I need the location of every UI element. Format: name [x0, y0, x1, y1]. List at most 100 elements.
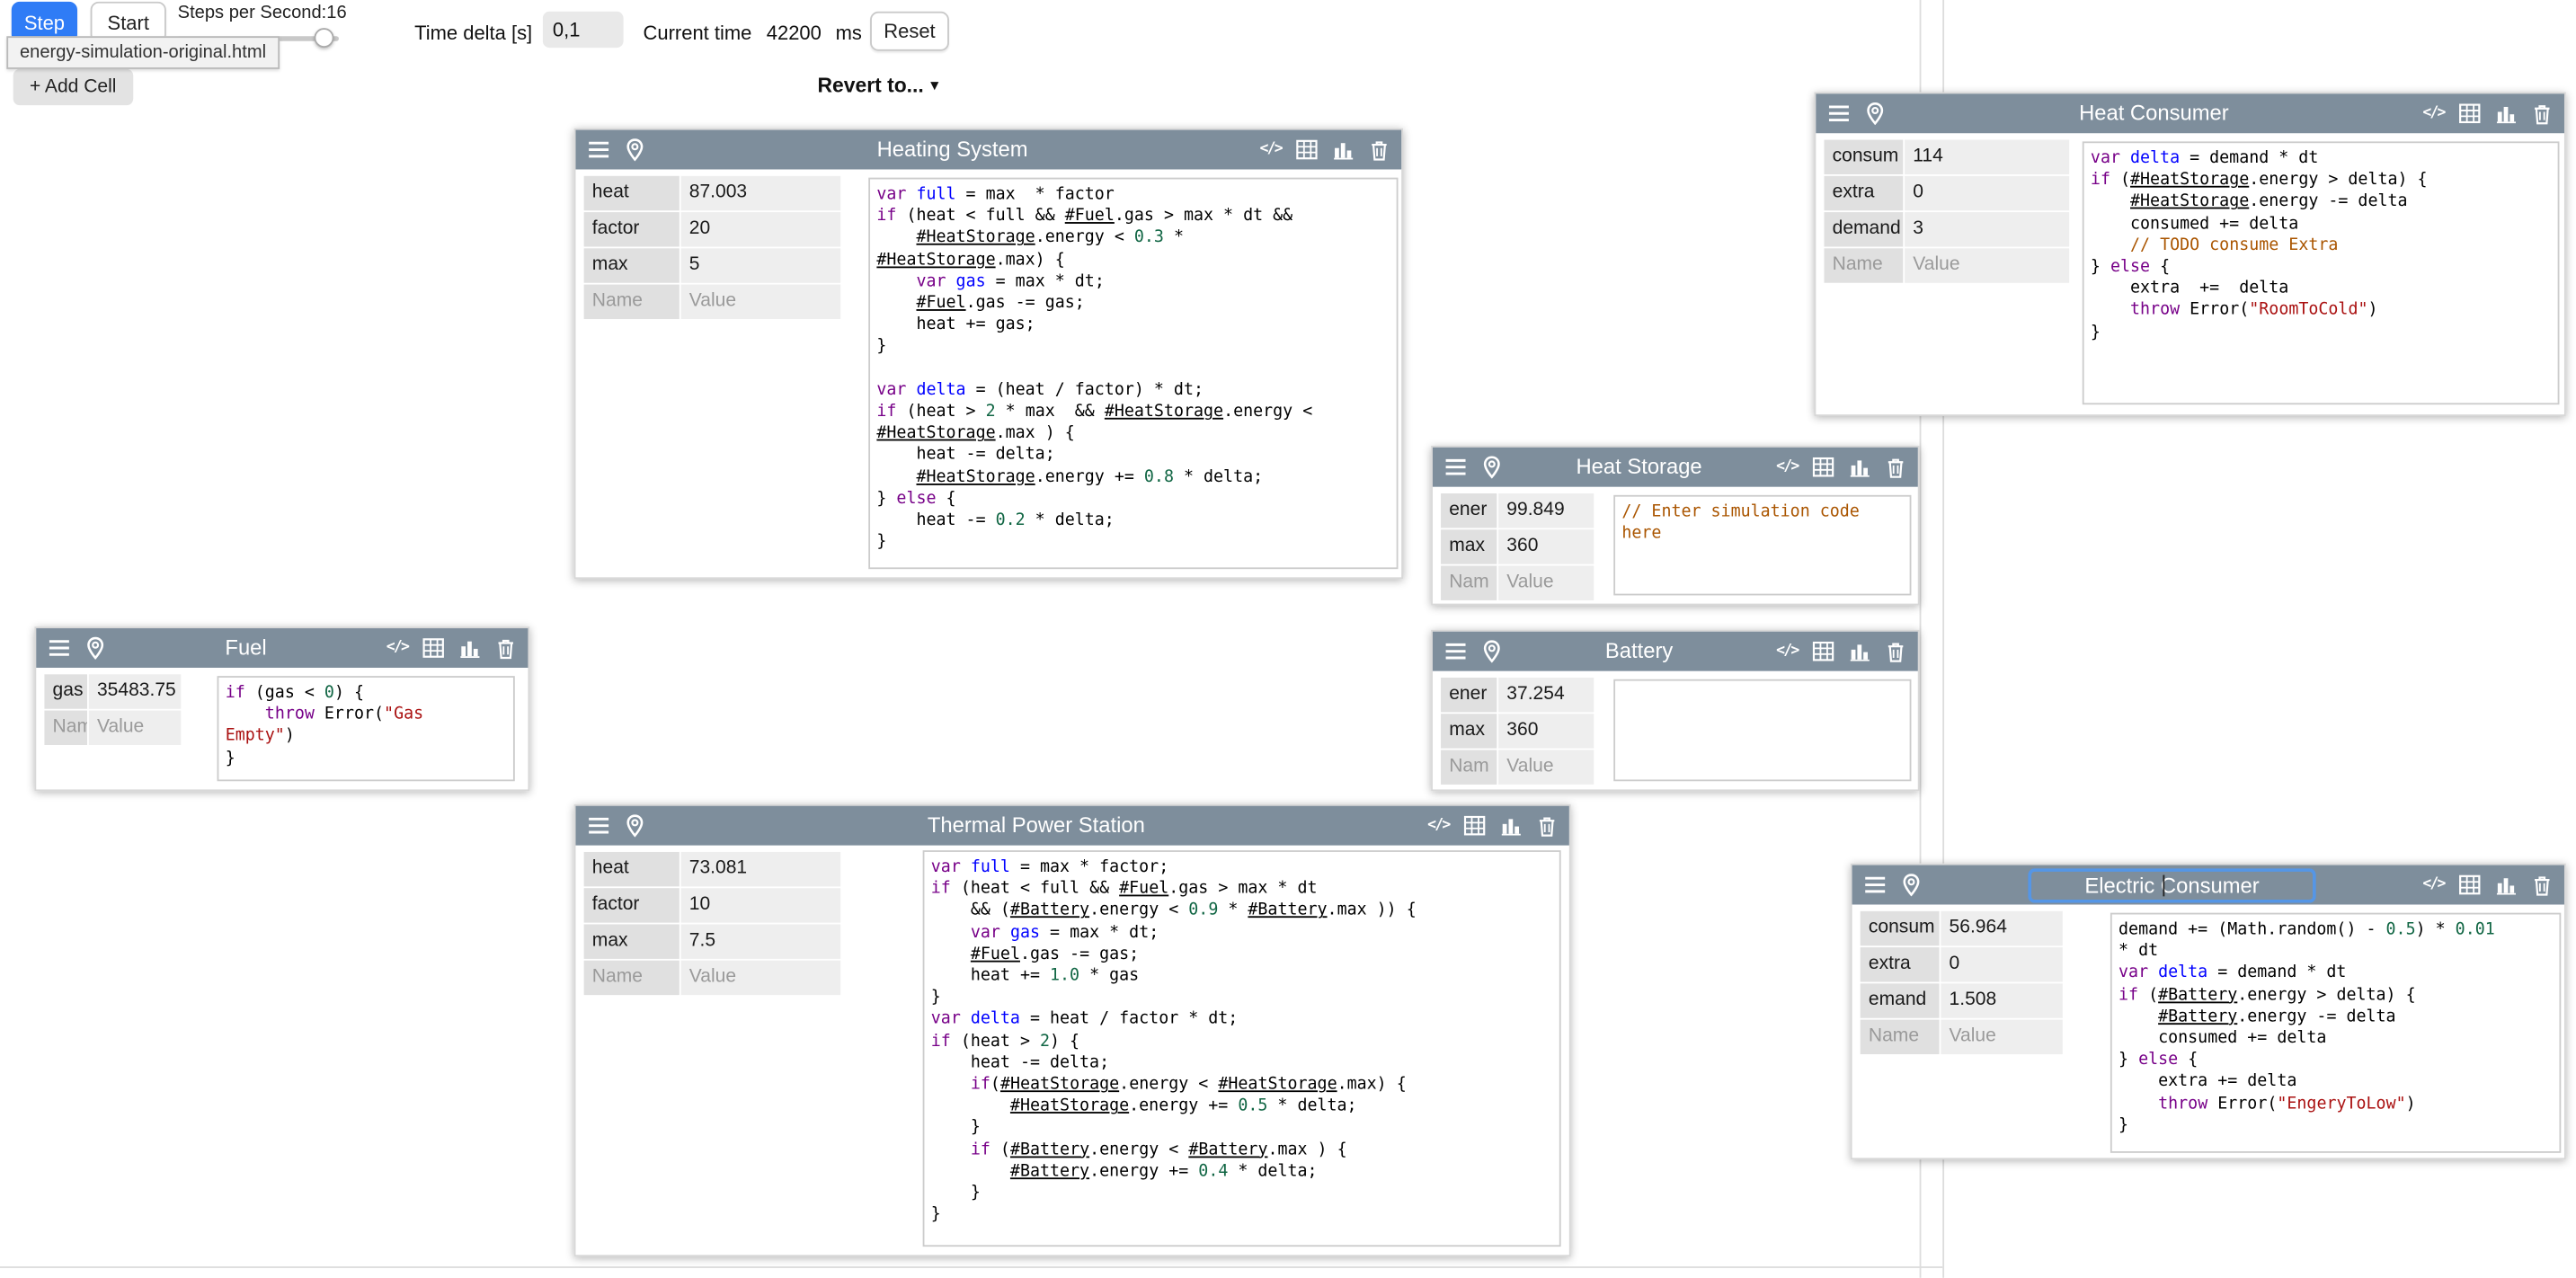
time-delta-input[interactable]: 0,1 [543, 12, 624, 48]
variable-name-cell[interactable]: extra [1824, 176, 1903, 210]
cell-header-drag-handle[interactable]: Electric Consumer </> [1852, 865, 2564, 905]
code-editor[interactable] [1613, 679, 1911, 781]
trash-icon[interactable] [493, 635, 518, 660]
cell-header-drag-handle[interactable]: Heat Storage </> [1433, 448, 1918, 487]
pin-icon[interactable] [1479, 639, 1503, 663]
variable-value-cell[interactable]: 10 [681, 888, 841, 922]
code-view-icon[interactable]: </> [385, 635, 409, 660]
variable-name-cell[interactable]: Name [1861, 1020, 1940, 1054]
variable-name-cell[interactable]: demand [1824, 212, 1903, 246]
cell-header-drag-handle[interactable]: Heating System </> [576, 130, 1402, 170]
variable-name-cell[interactable]: max [1441, 529, 1497, 564]
revert-dropdown[interactable]: Revert to... ▾ [818, 74, 939, 97]
table-view-icon[interactable] [1811, 455, 1835, 479]
cell-title[interactable]: Heating System [877, 135, 1028, 163]
variable-name-cell[interactable]: heat [584, 176, 680, 210]
variable-value-cell[interactable]: 99.849 [1498, 493, 1594, 528]
code-editor[interactable]: var full = max * factor;if (heat < full … [923, 850, 1561, 1247]
variable-name-cell[interactable]: factor [584, 888, 680, 922]
variable-value-cell[interactable]: Value [681, 961, 841, 995]
code-view-icon[interactable]: </> [2421, 873, 2446, 897]
table-view-icon[interactable] [1294, 138, 1319, 162]
table-view-icon[interactable] [1462, 813, 1487, 838]
table-view-icon[interactable] [1811, 639, 1835, 663]
trash-icon[interactable] [2530, 873, 2554, 897]
variable-name-cell[interactable]: consum [1861, 911, 1940, 945]
pin-icon[interactable] [1479, 455, 1503, 479]
variable-value-cell[interactable]: 7.5 [681, 924, 841, 958]
chart-view-icon[interactable] [457, 635, 482, 660]
trash-icon[interactable] [1883, 455, 1907, 479]
variable-value-cell[interactable]: 73.081 [681, 852, 841, 886]
variable-value-cell[interactable]: Value [1498, 750, 1594, 784]
code-editor[interactable]: var delta = demand * dtif (#HeatStorage.… [2083, 141, 2560, 404]
chart-view-icon[interactable] [1847, 639, 1871, 663]
variable-name-cell[interactable]: Nam [44, 711, 87, 745]
variable-name-cell[interactable]: gas [44, 674, 87, 708]
variable-name-cell[interactable]: emand [1861, 983, 1940, 1017]
menu-icon[interactable] [1862, 873, 1887, 897]
pin-icon[interactable] [622, 138, 646, 162]
trash-icon[interactable] [1534, 813, 1559, 838]
code-editor[interactable]: demand += (Math.random() - 0.5) * 0.01* … [2110, 913, 2561, 1153]
code-editor[interactable]: if (gas < 0) { throw Error("GasEmpty")} [218, 676, 515, 781]
cell-header-drag-handle[interactable]: Battery </> [1433, 632, 1918, 671]
table-view-icon[interactable] [421, 635, 445, 660]
code-editor[interactable]: // Enter simulation codehere [1613, 495, 1911, 596]
variable-name-cell[interactable]: heat [584, 852, 680, 886]
cell-title[interactable]: Fuel [225, 634, 266, 661]
variable-value-cell[interactable]: Value [89, 711, 181, 745]
pin-icon[interactable] [83, 635, 107, 660]
variable-value-cell[interactable]: 3 [1905, 212, 2069, 246]
menu-icon[interactable] [585, 138, 609, 162]
code-view-icon[interactable]: </> [1775, 639, 1799, 663]
variable-value-cell[interactable]: 20 [681, 212, 841, 246]
variable-value-cell[interactable]: Value [1498, 566, 1594, 600]
table-view-icon[interactable] [2457, 873, 2482, 897]
variable-value-cell[interactable]: 5 [681, 248, 841, 282]
chart-view-icon[interactable] [2493, 873, 2518, 897]
slider-thumb[interactable] [315, 28, 334, 48]
chart-view-icon[interactable] [1330, 138, 1355, 162]
variable-value-cell[interactable]: 0 [1905, 176, 2069, 210]
reset-button[interactable]: Reset [870, 12, 949, 51]
variable-name-cell[interactable]: extra [1861, 947, 1940, 981]
code-editor[interactable]: var full = max * factorif (heat < full &… [868, 178, 1398, 570]
menu-icon[interactable] [1443, 455, 1467, 479]
pin-icon[interactable] [622, 813, 646, 838]
variable-value-cell[interactable]: 56.964 [1941, 911, 2062, 945]
variable-name-cell[interactable]: Nam [1441, 566, 1497, 600]
menu-icon[interactable] [46, 635, 70, 660]
variable-name-cell[interactable]: Name [1824, 248, 1903, 282]
menu-icon[interactable] [585, 813, 609, 838]
variable-value-cell[interactable]: 0 [1941, 947, 2062, 981]
variable-value-cell[interactable]: Value [1941, 1020, 2062, 1054]
variable-name-cell[interactable]: max [584, 924, 680, 958]
pin-icon[interactable] [1898, 873, 1923, 897]
trash-icon[interactable] [1367, 138, 1391, 162]
variable-name-cell[interactable]: ener [1441, 678, 1497, 712]
variable-value-cell[interactable]: 114 [1905, 140, 2069, 174]
menu-icon[interactable] [1443, 639, 1467, 663]
variable-value-cell[interactable]: 1.508 [1941, 983, 2062, 1017]
cell-title[interactable]: Battery [1605, 636, 1673, 664]
cell-header-drag-handle[interactable]: Fuel </> [36, 628, 528, 668]
variable-value-cell[interactable]: 37.254 [1498, 678, 1594, 712]
variable-name-cell[interactable]: consum [1824, 140, 1903, 174]
code-view-icon[interactable]: </> [1775, 455, 1799, 479]
variable-value-cell[interactable]: 360 [1498, 529, 1594, 564]
code-view-icon[interactable]: </> [1426, 813, 1451, 838]
variable-value-cell[interactable]: 87.003 [681, 176, 841, 210]
variable-name-cell[interactable]: Name [584, 285, 680, 319]
chart-view-icon[interactable] [1847, 455, 1871, 479]
variable-name-cell[interactable]: Nam [1441, 750, 1497, 784]
variable-value-cell[interactable]: Value [681, 285, 841, 319]
code-view-icon[interactable]: </> [1258, 138, 1283, 162]
trash-icon[interactable] [1883, 639, 1907, 663]
variable-value-cell[interactable]: 360 [1498, 714, 1594, 748]
variable-name-cell[interactable]: max [584, 248, 680, 282]
variable-name-cell[interactable]: max [1441, 714, 1497, 748]
variable-value-cell[interactable]: Value [1905, 248, 2069, 282]
variable-value-cell[interactable]: 35483.75 [89, 674, 181, 708]
cell-title[interactable]: Thermal Power Station [928, 811, 1145, 839]
